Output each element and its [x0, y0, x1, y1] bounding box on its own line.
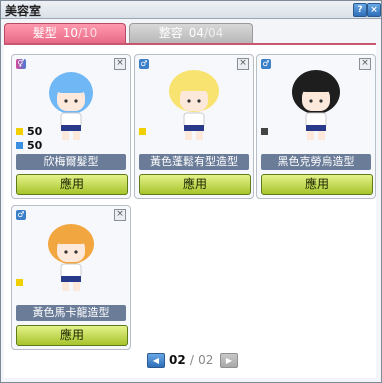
tab-face-label: 整容 [158, 26, 183, 40]
apply-button[interactable]: 應用 [139, 174, 251, 195]
hair-color-swatch [139, 128, 146, 135]
character-avatar [48, 224, 94, 291]
style-name: 黃色馬卡龍造型 [16, 305, 126, 321]
hair-color-swatch [16, 279, 23, 286]
style-card: ♂ × 黃色馬卡龍造型 應用 [11, 205, 131, 350]
character-avatar [169, 70, 219, 140]
apply-button[interactable]: 應用 [16, 174, 128, 195]
male-icon: ♂ [16, 210, 26, 220]
tab-hair[interactable]: 髮型 10/10 [4, 23, 126, 43]
tab-hair-max: /10 [77, 26, 98, 40]
male-icon: ♂ [139, 59, 149, 69]
apply-button[interactable]: 應用 [16, 325, 128, 346]
pagination: ◀ 02 / 02 ▶ [1, 353, 381, 369]
hair-color-swatch [16, 128, 23, 135]
total-pages: 02 [198, 353, 214, 367]
beauty-salon-window: 美容室 ? × 髮型 10/10 整容 04/04 ⚥ × 50 50 欣梅爾髮… [0, 0, 382, 383]
style-list-panel: ⚥ × 50 50 欣梅爾髮型 應用 ♂ × 黃色蓬鬆有型造型 應用 ♂ × 黑… [4, 43, 376, 378]
tab-hair-count: 10 [62, 26, 78, 40]
tab-face-max: /04 [203, 26, 224, 40]
page-indicator: 02 / 02 [169, 353, 213, 367]
page-separator: / [189, 353, 194, 367]
style-card: ♂ × 黃色蓬鬆有型造型 應用 [134, 54, 254, 199]
character-avatar [292, 70, 340, 140]
style-name: 欣梅爾髮型 [16, 154, 126, 170]
tab-face-count: 04 [188, 26, 204, 40]
style-name: 黃色蓬鬆有型造型 [139, 154, 249, 170]
window-title: 美容室 [5, 4, 42, 18]
style-card: ⚥ × 50 50 欣梅爾髮型 應用 [11, 54, 131, 199]
delete-icon[interactable]: × [114, 209, 126, 221]
next-page-button[interactable]: ▶ [220, 353, 238, 368]
title-bar: 美容室 ? × [1, 1, 381, 19]
male-icon: ♂ [261, 59, 271, 69]
character-avatar [49, 72, 93, 140]
style-card: ♂ × 黑色克勞烏造型 應用 [256, 54, 376, 199]
unisex-icon: ⚥ [16, 59, 26, 69]
delete-icon[interactable]: × [114, 58, 126, 70]
tab-hair-label: 髮型 [32, 26, 57, 40]
tab-bar: 髮型 10/10 整容 04/04 [1, 23, 381, 43]
prev-page-button[interactable]: ◀ [147, 353, 165, 368]
delete-icon[interactable]: × [359, 58, 371, 70]
delete-icon[interactable]: × [237, 58, 249, 70]
current-page: 02 [169, 353, 186, 367]
hair-color-ratio: 50 [27, 139, 43, 152]
style-name: 黑色克勞烏造型 [261, 154, 371, 170]
hair-color-swatch [261, 128, 268, 135]
help-button[interactable]: ? [353, 3, 367, 17]
hair-color-ratio: 50 [27, 125, 43, 138]
hair-color-swatch [16, 142, 23, 149]
apply-button[interactable]: 應用 [261, 174, 373, 195]
tab-face[interactable]: 整容 04/04 [129, 23, 253, 43]
close-window-button[interactable]: × [367, 3, 381, 17]
